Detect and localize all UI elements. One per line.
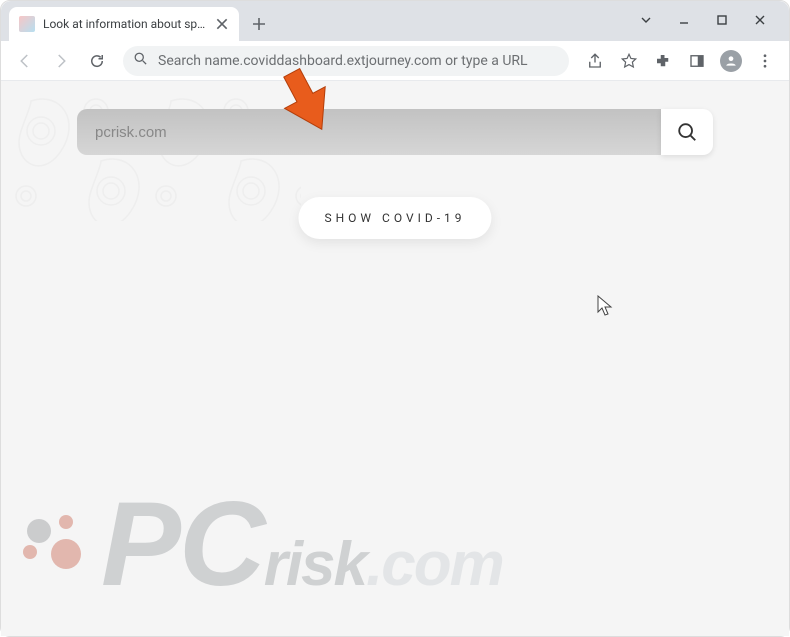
sidepanel-button[interactable] — [681, 45, 713, 77]
forward-button[interactable] — [45, 45, 77, 77]
search-input-wrapper — [77, 109, 661, 155]
bookmark-button[interactable] — [613, 45, 645, 77]
toolbar: Search name.coviddashboard.extjourney.co… — [1, 41, 789, 81]
show-covid-button[interactable]: SHOW COVID-19 — [298, 197, 491, 239]
reload-button[interactable] — [81, 45, 113, 77]
search-input[interactable] — [95, 124, 643, 141]
extensions-button[interactable] — [647, 45, 679, 77]
new-tab-button[interactable] — [245, 10, 273, 38]
background-pattern — [1, 81, 301, 231]
page-content: SHOW COVID-19 PC risk.com — [1, 81, 789, 636]
tab-favicon — [19, 16, 35, 32]
cursor-icon — [597, 295, 613, 317]
back-button[interactable] — [9, 45, 41, 77]
close-tab-button[interactable] — [215, 17, 229, 31]
tab-title: Look at information about spread — [43, 17, 207, 31]
titlebar: Look at information about spread — [1, 1, 789, 41]
search-bar — [77, 109, 713, 155]
watermark-logo: PC risk.com — [23, 493, 767, 600]
browser-window: Look at information about spread — [0, 0, 790, 637]
address-bar[interactable]: Search name.coviddashboard.extjourney.co… — [123, 46, 569, 76]
address-bar-text: Search name.coviddashboard.extjourney.co… — [158, 53, 528, 69]
window-controls — [629, 7, 781, 41]
maximize-button[interactable] — [705, 7, 739, 33]
search-icon — [133, 51, 148, 70]
minimize-button[interactable] — [667, 7, 701, 33]
profile-button[interactable] — [715, 45, 747, 77]
share-button[interactable] — [579, 45, 611, 77]
window-dropdown-button[interactable] — [629, 7, 663, 33]
search-button[interactable] — [661, 109, 713, 155]
menu-button[interactable] — [749, 45, 781, 77]
close-window-button[interactable] — [743, 7, 777, 33]
browser-tab[interactable]: Look at information about spread — [9, 7, 239, 41]
